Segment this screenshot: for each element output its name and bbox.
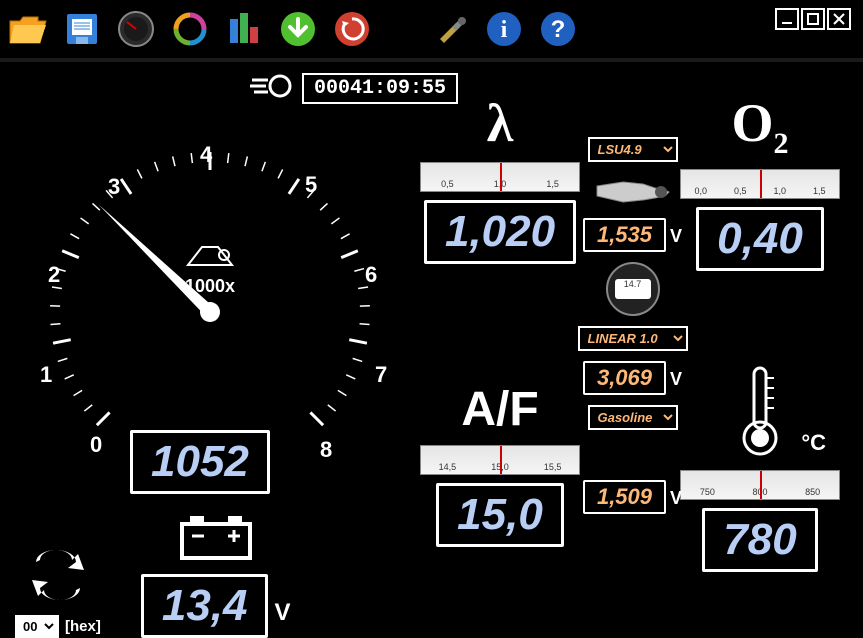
bars-icon[interactable] [224,9,264,49]
rpm-value: 1052 [130,430,270,494]
af-ruler: 14,515,015,5 [420,445,580,475]
svg-text:?: ? [551,16,566,43]
maximize-button[interactable] [801,8,825,30]
sensor-voltage-2: 3,069 [583,361,666,395]
output-mode-select[interactable]: LINEAR 1.0 [578,326,688,351]
svg-text:7: 7 [375,362,387,387]
svg-text:6: 6 [365,262,377,287]
window-controls [775,8,851,30]
lambda-value: 1,020 [424,200,576,264]
toolbar: i ? [0,0,863,58]
svg-text:0: 0 [90,432,102,457]
svg-text:1: 1 [40,362,52,387]
temp-unit: °C [801,430,826,456]
thermometer-icon [730,362,790,462]
af-value: 15,0 [436,483,564,547]
svg-text:5: 5 [305,172,317,197]
o2-panel: O2 0,00,51,01,5 0,40 [680,92,840,271]
tachometer-icon[interactable] [116,9,156,49]
gauge-needle [92,197,225,326]
o2-sensor-icon [593,172,673,208]
sensor-voltage-3: 1,509 [583,480,666,514]
af-panel: A/F 14,515,015,5 15,0 [420,382,580,547]
reload-icon[interactable] [332,9,372,49]
o2-symbol: O2 [731,92,788,161]
hex-address-select[interactable]: 00 [15,615,59,638]
sensor-column: LSU4.9 1,535 V 14.7 LINEAR 1.0 3,069 V G… [580,137,685,514]
minimize-button[interactable] [775,8,799,30]
meter-icon: 14.7 [606,262,660,316]
rpm-gauge: 0 1 2 3 4 5 6 7 8 1000x [20,92,390,482]
sync-icon[interactable] [170,9,210,49]
battery-icon [176,512,256,562]
help-icon[interactable]: ? [538,9,578,49]
info-icon[interactable]: i [484,9,524,49]
svg-text:3: 3 [108,174,120,199]
temp-panel: °C 750800850 780 [680,362,840,572]
battery-area: 00 [hex] 13,4 V [15,512,291,638]
svg-text:4: 4 [200,142,213,167]
temp-ruler: 750800850 [680,470,840,500]
sensor-voltage-1: 1,535 [583,218,666,252]
af-symbol: A/F [461,382,538,437]
tools-icon[interactable] [430,9,470,49]
sensor-type-select[interactable]: LSU4.9 [588,137,678,162]
o2-ruler: 0,00,51,01,5 [680,169,840,199]
close-button[interactable] [827,8,851,30]
hex-label: [hex] [65,618,101,635]
battery-voltage: 13,4 [141,574,269,638]
temp-value: 780 [702,508,817,572]
lambda-symbol: λ [487,92,514,154]
open-file-icon[interactable] [8,9,48,49]
battery-unit: V [274,599,290,627]
svg-text:2: 2 [48,262,60,287]
svg-text:i: i [501,17,508,43]
save-icon[interactable] [62,9,102,49]
svg-text:8: 8 [320,437,332,462]
o2-value: 0,40 [696,207,824,271]
fuel-type-select[interactable]: Gasoline [588,405,678,430]
lambda-panel: λ 0,51,01,5 1,020 [420,92,580,264]
download-icon[interactable] [278,9,318,49]
lambda-ruler: 0,51,01,5 [420,162,580,192]
connection-icon [28,550,88,600]
